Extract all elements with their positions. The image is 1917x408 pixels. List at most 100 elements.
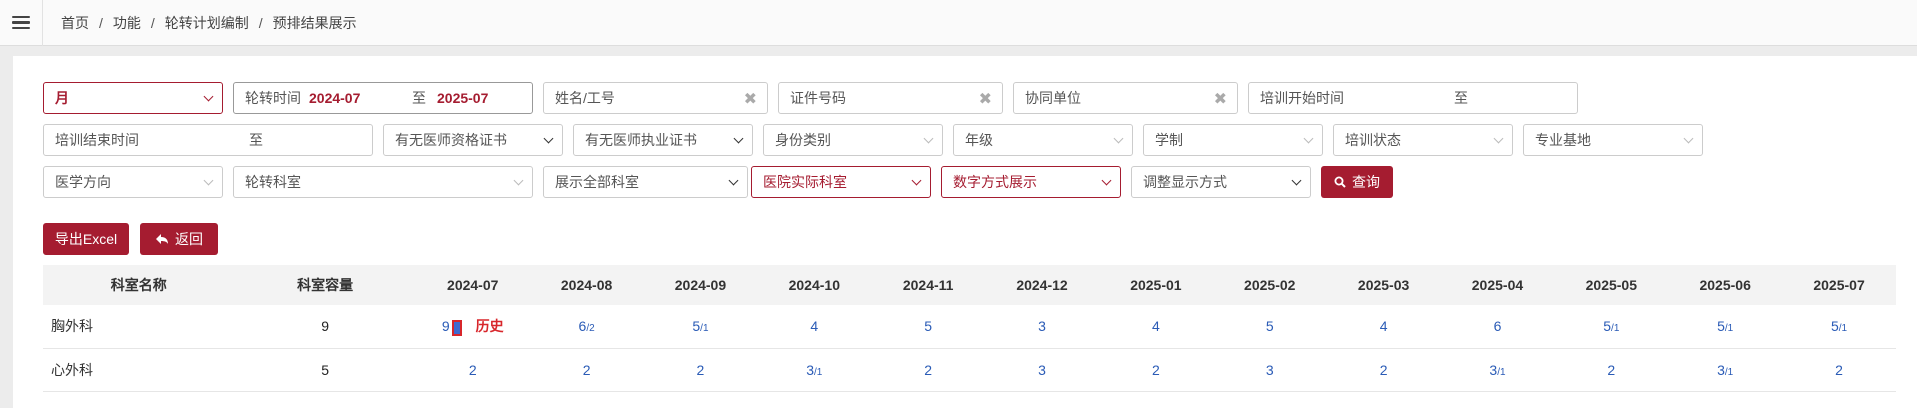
month-cell: 5/1 <box>1554 305 1669 349</box>
base-select[interactable]: 专业基地 <box>1523 124 1703 156</box>
display-mode-select[interactable]: 数字方式展示 <box>941 166 1121 198</box>
capacity-cell: 5 <box>234 348 416 392</box>
adjust-mode-select[interactable]: 调整显示方式 <box>1131 166 1311 198</box>
col-header: 2025-07 <box>1782 265 1896 305</box>
count-link[interactable]: 2 <box>697 362 705 378</box>
month-cell: 6/2 <box>529 305 644 349</box>
doctor-license-select[interactable]: 有无医师执业证书 <box>573 124 753 156</box>
name-input[interactable]: 姓名/工号 ✖ <box>543 82 768 114</box>
month-cell: 4 <box>1326 305 1441 349</box>
count-link[interactable]: 9 <box>442 318 450 334</box>
month-cell: 5/1 <box>643 305 758 349</box>
count-link[interactable]: 3 <box>1038 362 1046 378</box>
capacity-cell: 9 <box>234 305 416 349</box>
train-start-range[interactable]: 培训开始时间 至 <box>1248 82 1578 114</box>
query-button[interactable]: 查询 <box>1321 166 1393 198</box>
identity-select[interactable]: 身份类别 <box>763 124 943 156</box>
rotation-time-range[interactable]: 轮转时间 2024-07 至 2025-07 <box>233 82 533 114</box>
count-link[interactable]: 3 <box>1038 318 1046 334</box>
rotation-end-value[interactable]: 2025-07 <box>437 90 488 106</box>
count-link[interactable]: 3 <box>1266 362 1274 378</box>
rotation-dept-select[interactable]: 轮转科室 <box>233 166 533 198</box>
month-cell: 3/1 <box>1440 348 1555 392</box>
direction-select[interactable]: 医学方向 <box>43 166 223 198</box>
history-marker-icon[interactable] <box>451 319 462 336</box>
count-link[interactable]: 5/1 <box>1603 318 1619 334</box>
count-link[interactable]: 5/1 <box>1831 318 1847 334</box>
count-sub: /1 <box>700 323 709 335</box>
menu-icon[interactable] <box>0 0 42 46</box>
train-status-select[interactable]: 培训状态 <box>1333 124 1513 156</box>
count-link[interactable]: 6 <box>1494 318 1502 334</box>
back-button[interactable]: 返回 <box>140 223 218 255</box>
breadcrumb-function[interactable]: 功能 <box>113 13 141 33</box>
count-link[interactable]: 5/1 <box>692 318 708 334</box>
month-cell: 5/1 <box>1782 305 1896 349</box>
count-link[interactable]: 3/1 <box>1717 362 1733 378</box>
breadcrumb-home[interactable]: 首页 <box>61 13 89 33</box>
month-cell: 5 <box>871 305 986 349</box>
actual-dept-select[interactable]: 医院实际科室 <box>751 166 931 198</box>
export-excel-button[interactable]: 导出Excel <box>43 223 129 255</box>
month-cell: 5/1 <box>1668 305 1783 349</box>
count-link[interactable]: 5 <box>1266 318 1274 334</box>
history-label: 历史 <box>475 318 504 335</box>
reply-icon <box>156 234 168 244</box>
clear-icon[interactable]: ✖ <box>744 89 757 109</box>
doctor-qualification-select[interactable]: 有无医师资格证书 <box>383 124 563 156</box>
month-cell: 3/1 <box>757 348 872 392</box>
count-link[interactable]: 5/1 <box>1717 318 1733 334</box>
count-link[interactable]: 2 <box>1607 362 1615 378</box>
count-sub: /1 <box>1724 366 1734 378</box>
clear-icon[interactable]: ✖ <box>1214 89 1227 109</box>
breadcrumb-rotation-plan[interactable]: 轮转计划编制 <box>165 13 249 33</box>
col-header: 2024-07 <box>415 265 530 305</box>
col-header: 2025-04 <box>1440 265 1555 305</box>
grade-select[interactable]: 年级 <box>953 124 1133 156</box>
count-sub: /1 <box>1838 323 1848 335</box>
count-link[interactable]: 2 <box>469 362 477 378</box>
count-link[interactable]: 2 <box>583 362 591 378</box>
schooling-select[interactable]: 学制 <box>1143 124 1323 156</box>
count-link[interactable]: 6/2 <box>579 318 595 334</box>
count-link[interactable]: 4 <box>810 318 818 334</box>
count-main: 2 <box>582 361 591 378</box>
count-link[interactable]: 2 <box>924 362 932 378</box>
count-main: 2 <box>1379 361 1388 378</box>
month-cell: 2 <box>1326 348 1441 392</box>
count-link[interactable]: 2 <box>1152 362 1160 378</box>
clear-icon[interactable]: ✖ <box>979 89 992 109</box>
coop-unit-input[interactable]: 协同单位 ✖ <box>1013 82 1238 114</box>
count-link[interactable]: 4 <box>1380 318 1388 334</box>
col-header: 2024-10 <box>757 265 872 305</box>
count-link[interactable]: 2 <box>1835 362 1843 378</box>
month-cell: 2 <box>1782 348 1896 392</box>
count-main: 5 <box>1265 318 1274 335</box>
month-cell: 3 <box>1212 348 1327 392</box>
col-header: 2025-06 <box>1668 265 1783 305</box>
count-main: 9 <box>441 318 450 335</box>
rotation-start-value[interactable]: 2024-07 <box>309 90 360 106</box>
breadcrumb-current: 预排结果展示 <box>272 14 357 31</box>
col-header: 2025-02 <box>1212 265 1327 305</box>
id-number-input[interactable]: 证件号码 ✖ <box>778 82 1003 114</box>
col-header: 科室容量 <box>234 265 416 305</box>
count-sub: /2 <box>586 323 595 335</box>
count-link[interactable]: 2 <box>1380 362 1388 378</box>
train-end-range[interactable]: 培训结束时间 至 <box>43 124 373 156</box>
count-main: 2 <box>1835 361 1843 378</box>
count-main: 2 <box>1607 361 1616 378</box>
count-link[interactable]: 3/1 <box>806 362 822 378</box>
schedule-table: 科室名称 科室容量 2024-07 2024-08 2024-09 2024-1… <box>43 265 1896 392</box>
count-main: 5 <box>1830 318 1839 335</box>
count-link[interactable]: 4 <box>1152 318 1160 334</box>
col-header: 2024-12 <box>985 265 1099 305</box>
table-row: 胸外科 9 9 历史 6/2 5/1 4 5 3 4 5 4 6 5/1 5/1 5/1 <box>43 305 1896 349</box>
month-cell: 3/1 <box>1668 348 1783 392</box>
count-link[interactable]: 3/1 <box>1489 362 1505 378</box>
show-all-dept-select[interactable]: 展示全部科室 <box>543 166 748 198</box>
period-select[interactable]: 月 <box>43 82 223 114</box>
col-header: 2025-03 <box>1326 265 1441 305</box>
month-cell: 4 <box>1098 305 1213 349</box>
count-link[interactable]: 5 <box>924 318 932 334</box>
